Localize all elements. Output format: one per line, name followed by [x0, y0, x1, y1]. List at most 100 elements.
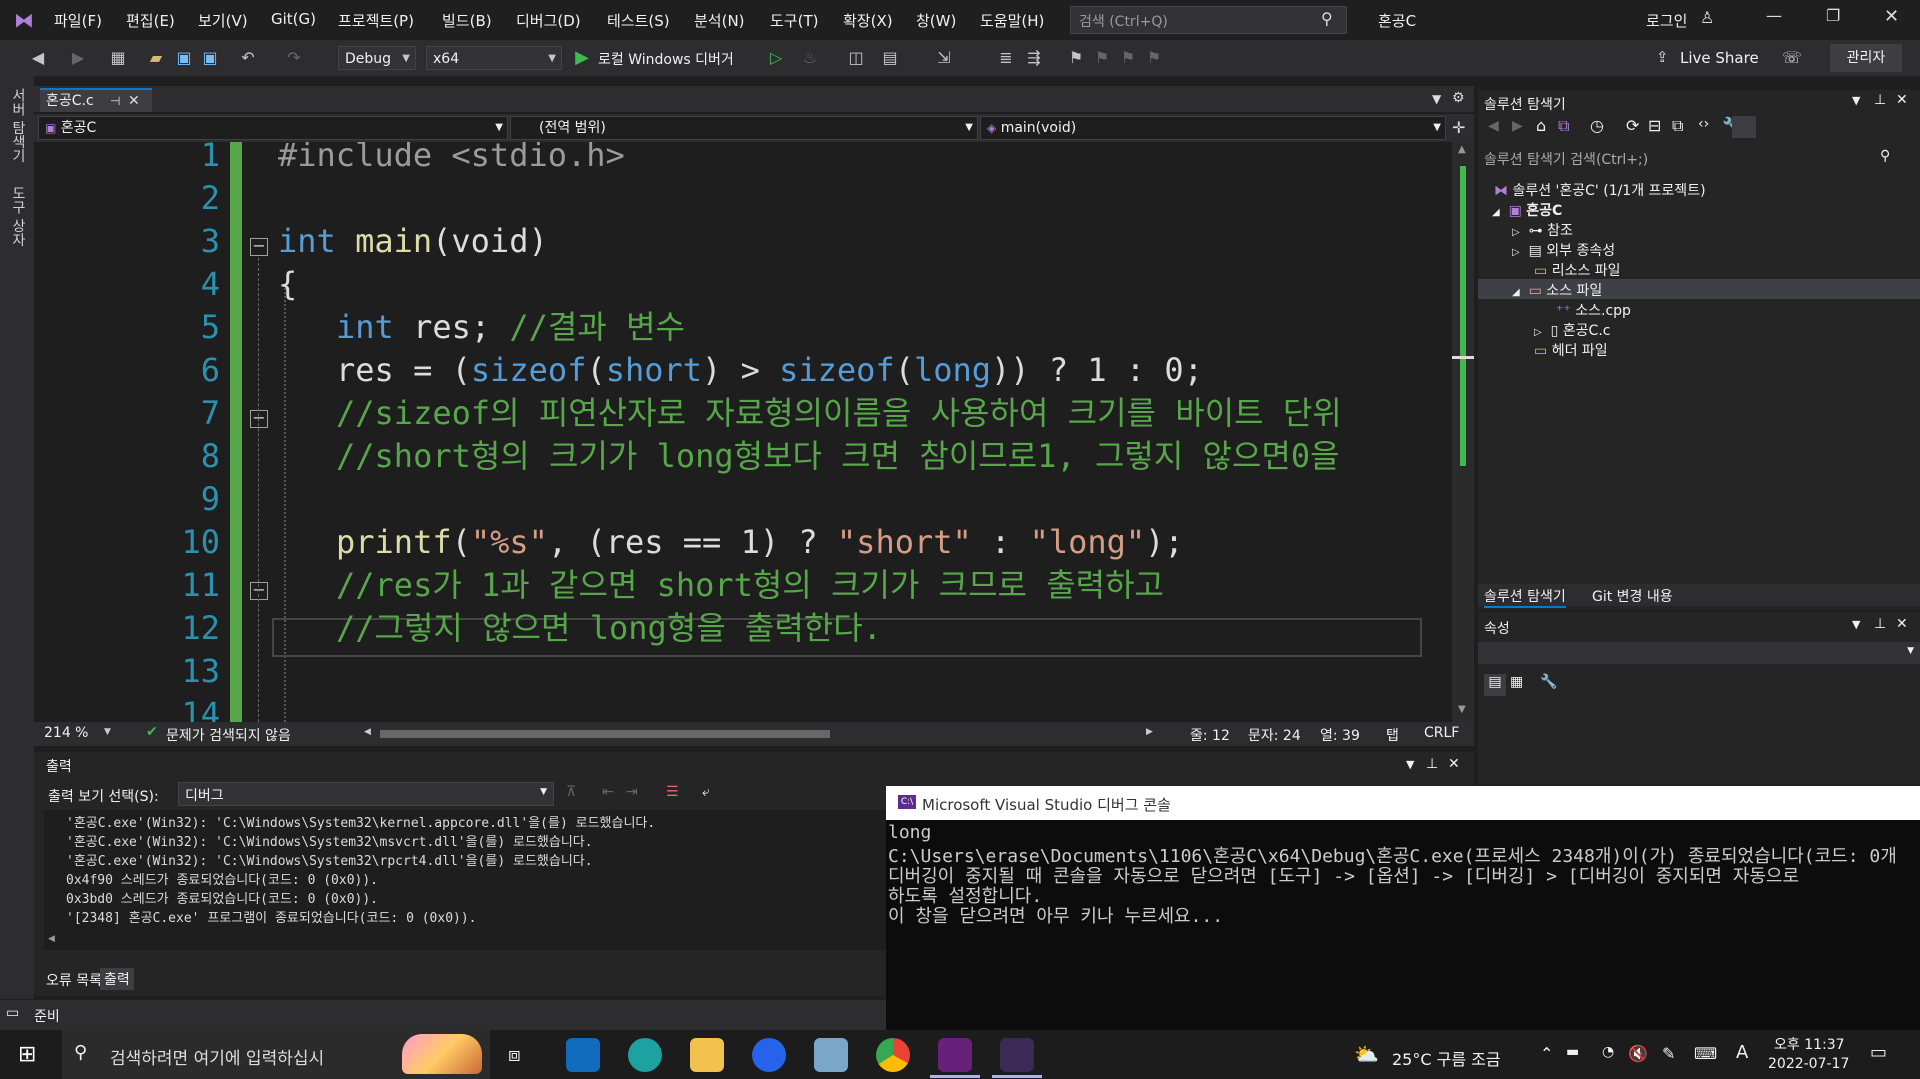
layout-icon[interactable]: ▤	[880, 48, 900, 68]
scope-select[interactable]: (전역 범위) ▼	[510, 116, 978, 140]
bookmark-clear-icon[interactable]: ⚑	[1144, 48, 1164, 68]
format-icon[interactable]: ≣	[996, 48, 1016, 68]
tab-output[interactable]: 출력	[100, 968, 134, 990]
play-icon[interactable]: ▶	[572, 48, 592, 68]
tab-git-changes[interactable]: Git 변경 내용	[1592, 586, 1673, 606]
menu-project[interactable]: 프로젝트(P)	[338, 10, 414, 31]
edge-app-icon[interactable]	[628, 1038, 662, 1072]
solution-config-icon[interactable]: ◫	[846, 48, 866, 68]
close-icon[interactable]: ✕	[1884, 6, 1899, 27]
fold-toggle-icon[interactable]: −	[250, 582, 268, 600]
scroll-left-icon[interactable]: ◀	[364, 727, 371, 737]
bookmark-prev-icon[interactable]: ⚑	[1092, 48, 1112, 68]
task-view-icon[interactable]: ⧈	[508, 1042, 521, 1066]
close-icon[interactable]: ✕	[1896, 92, 1908, 108]
pin-icon[interactable]: ⊣	[110, 90, 120, 112]
forward-icon[interactable]: ▶	[68, 48, 88, 68]
home-icon[interactable]: ⌂	[1536, 116, 1546, 135]
account-icon[interactable]: ♙	[1700, 8, 1714, 27]
code-view-icon[interactable]: ‹›	[1698, 116, 1709, 132]
scroll-down-icon[interactable]: ▼	[1458, 704, 1466, 715]
menu-test[interactable]: 테스트(S)	[607, 10, 670, 31]
forward-icon[interactable]: ▶	[1512, 118, 1523, 134]
save-all-icon[interactable]: ▣	[200, 48, 220, 68]
next-message-icon[interactable]: ⇥	[626, 784, 638, 800]
weather-text[interactable]: 25°C 구름 조금	[1392, 1046, 1501, 1070]
char-indicator[interactable]: 문자: 24	[1248, 725, 1301, 745]
eol-indicator[interactable]: CRLF	[1424, 725, 1459, 741]
back-icon[interactable]: ◀	[1488, 118, 1499, 134]
login-link[interactable]: 로그인	[1646, 10, 1687, 31]
menu-build[interactable]: 빌드(B)	[442, 10, 492, 31]
output-source-select[interactable]: 디버그 ▼	[178, 782, 554, 806]
network-icon[interactable]: ◔	[1602, 1044, 1614, 1060]
chrome-app-icon[interactable]	[876, 1038, 910, 1072]
notification-icon[interactable]: ▭	[1870, 1042, 1887, 1063]
tab-error-list[interactable]: 오류 목록	[46, 970, 102, 990]
close-tab-icon[interactable]: ✕	[128, 90, 140, 112]
debug-console-window[interactable]: C:\ Microsoft Visual Studio 디버그 콘솔 long …	[886, 786, 1920, 1030]
search-input[interactable]: 검색 (Ctrl+Q) ⚲	[1070, 6, 1347, 34]
tab-solution-explorer[interactable]: 솔루션 탐색기	[1484, 586, 1566, 608]
scroll-right-icon[interactable]: ▶	[1146, 727, 1153, 737]
chevron-down-icon[interactable]: ▼	[104, 727, 111, 737]
undo-icon[interactable]: ↶	[238, 48, 258, 68]
code-editor[interactable]: 1 2 3 4 5 6 7 8 9 10 11 12 13 14 − − − #…	[34, 142, 1452, 722]
tree-solution[interactable]: ⧓ 솔루션 '혼공C' (1/1개 프로젝트)	[1494, 180, 1706, 200]
step-icon[interactable]: ⇲	[934, 48, 954, 68]
taskbar-search[interactable]: ⚲ 검색하려면 여기에 입력하십시	[62, 1030, 490, 1079]
file-explorer-icon[interactable]	[690, 1038, 724, 1072]
split-icon[interactable]: ✛	[1452, 118, 1465, 137]
tree-external-deps[interactable]: ▷ ▤ 외부 종속성	[1512, 240, 1615, 260]
panel-menu-icon[interactable]: ▼	[1852, 94, 1860, 107]
tab-indicator[interactable]: 탭	[1386, 725, 1399, 745]
close-icon[interactable]: ✕	[1896, 616, 1908, 632]
hot-reload-icon[interactable]: ♨	[800, 48, 820, 68]
menu-analyze[interactable]: 분석(N)	[694, 10, 745, 31]
word-wrap-icon[interactable]: ⤶	[702, 784, 710, 800]
platform-select[interactable]: x64 ▼	[426, 46, 562, 70]
feedback-icon[interactable]: ☏	[1782, 48, 1802, 67]
open-folder-icon[interactable]: ▰	[146, 48, 166, 68]
blue-app-icon[interactable]	[752, 1038, 786, 1072]
menu-git[interactable]: Git(G)	[271, 10, 316, 28]
categorized-icon[interactable]: ▤	[1484, 674, 1506, 696]
output-pin-icon[interactable]: ⊥	[1426, 756, 1438, 772]
switch-view-icon[interactable]: ⧉	[1558, 116, 1569, 136]
console-app-icon[interactable]	[1000, 1038, 1034, 1072]
windows-start-icon[interactable]: ⊞	[18, 1042, 36, 1067]
prev-message-icon[interactable]: ⇤	[602, 784, 614, 800]
mail-app-icon[interactable]	[566, 1038, 600, 1072]
clear-all-icon[interactable]: ⊼	[566, 784, 576, 800]
tree-header-files[interactable]: ▭ 헤더 파일	[1534, 340, 1608, 360]
menu-tools[interactable]: 도구(T)	[770, 10, 818, 31]
output-panel-menu-icon[interactable]: ▼	[1406, 758, 1414, 771]
sync-icon[interactable]: ⟳	[1626, 116, 1639, 135]
property-pages-icon[interactable]: 🔧	[1540, 674, 1557, 690]
tab-overflow-icon[interactable]: ▼	[1432, 92, 1441, 106]
pin-icon[interactable]: ⊥	[1874, 616, 1886, 632]
server-explorer-tab[interactable]: 서버 탐색기	[8, 88, 28, 162]
visual-studio-app-icon[interactable]	[938, 1038, 972, 1072]
bookmark-icon[interactable]: ⚑	[1066, 48, 1086, 68]
object-select[interactable]: ▼	[1478, 642, 1920, 664]
menu-debug[interactable]: 디버그(D)	[516, 10, 581, 31]
vertical-scrollbar[interactable]: ▲ ▼	[1452, 142, 1474, 722]
function-select[interactable]: ◈ main(void) ▼	[980, 116, 1446, 140]
clear-output-icon[interactable]: ☰	[666, 784, 679, 800]
collapse-all-icon[interactable]: ⊟	[1648, 116, 1661, 135]
tray-chevron-icon[interactable]: ⌃	[1540, 1044, 1553, 1063]
menu-help[interactable]: 도움말(H)	[980, 10, 1044, 31]
ime-icon[interactable]: A	[1736, 1042, 1748, 1063]
fold-toggle-icon[interactable]: −	[250, 238, 268, 256]
menu-extensions[interactable]: 확장(X)	[843, 10, 893, 31]
menu-view[interactable]: 보기(V)	[198, 10, 248, 31]
config-select[interactable]: Debug ▼	[338, 46, 416, 70]
line-indicator[interactable]: 줄: 12	[1190, 725, 1230, 745]
fold-toggle-icon[interactable]: −	[250, 410, 268, 428]
tree-resource-files[interactable]: ▭ 리소스 파일	[1534, 260, 1621, 280]
save-icon[interactable]: ▣	[174, 48, 194, 68]
tree-source-files[interactable]: ◢ ▭ 소스 파일	[1512, 280, 1602, 300]
zoom-level[interactable]: 214 %	[44, 725, 88, 741]
keyboard-icon[interactable]: ⌨	[1694, 1044, 1717, 1063]
